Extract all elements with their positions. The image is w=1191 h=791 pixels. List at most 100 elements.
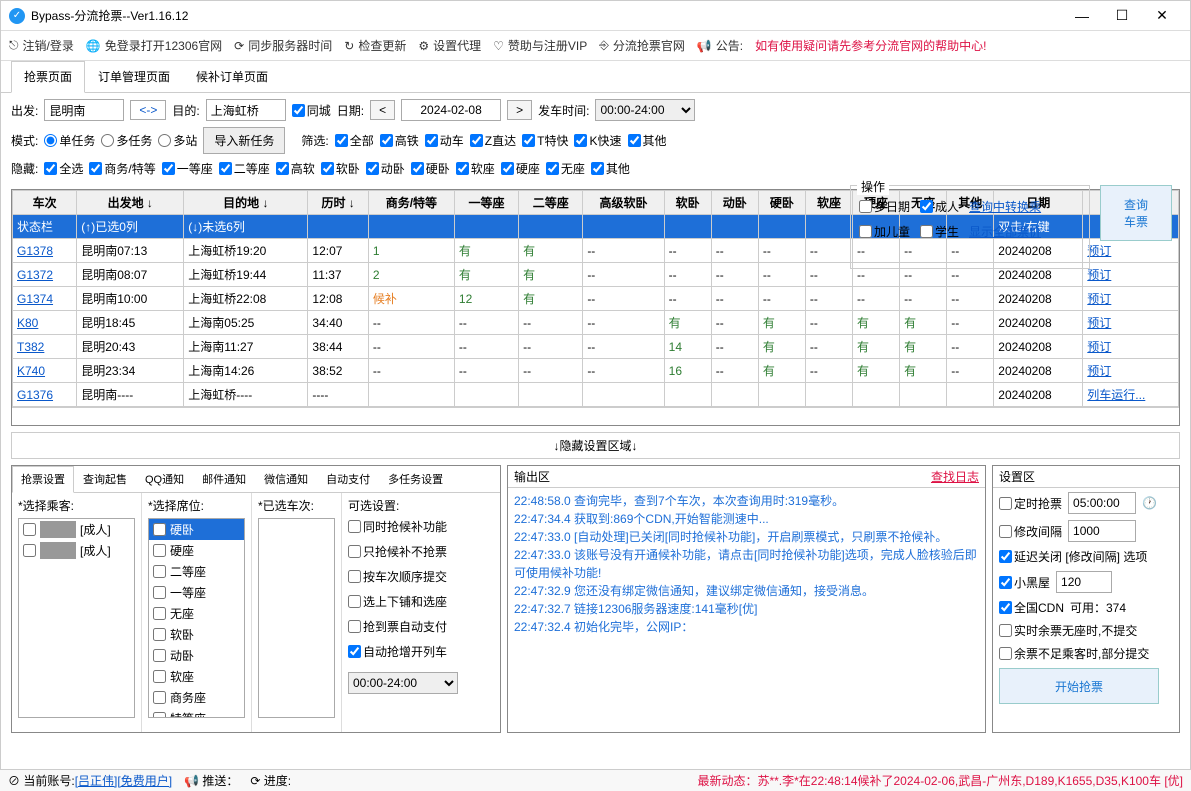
stab-autopay[interactable]: 自动支付 (317, 466, 379, 492)
train-link[interactable]: K80 (17, 316, 38, 330)
seat-item[interactable]: 一等座 (149, 582, 244, 603)
option-check[interactable]: 抢到票自动支付 (348, 618, 494, 635)
train-link[interactable]: T382 (17, 340, 44, 354)
set-timed[interactable]: 定时抢票 (999, 495, 1062, 512)
col-header[interactable]: 一等座 (454, 191, 518, 215)
train-link[interactable]: K740 (17, 364, 45, 378)
seats-list[interactable]: 硬卧 硬座 二等座 一等座 无座 软卧 动卧 软座 商务座 特等座 (148, 518, 245, 718)
filter-t[interactable]: T特快 (522, 132, 568, 149)
op-child[interactable]: 加儿童 (859, 223, 910, 240)
mode-multistation[interactable]: 多站 (158, 132, 197, 149)
tb-proxy[interactable]: ⚙ 设置代理 (418, 37, 481, 54)
op-transfer-link[interactable]: 查询中转换乘 (969, 198, 1041, 215)
seat-item[interactable]: 二等座 (149, 561, 244, 582)
hide-rw[interactable]: 软卧 (321, 160, 360, 177)
collapse-settings[interactable]: ↓隐藏设置区域↓ (11, 432, 1180, 459)
hide-dw[interactable]: 动卧 (366, 160, 405, 177)
tb-login[interactable]: ⎋ 注销/登录 (9, 37, 74, 54)
col-header[interactable]: 硬卧 (758, 191, 805, 215)
date-input[interactable] (401, 99, 501, 121)
op-student[interactable]: 学生 (920, 223, 959, 240)
tb-open-12306[interactable]: 🌐 免登录打开12306官网 (86, 37, 222, 54)
set-delay[interactable]: 延迟关闭 [修改间隔] 选项 (999, 548, 1147, 565)
hide-wz[interactable]: 无座 (546, 160, 585, 177)
dest-input[interactable] (206, 99, 286, 121)
stab-multitask[interactable]: 多任务设置 (379, 466, 452, 492)
tab-waitlist[interactable]: 候补订单页面 (183, 61, 281, 92)
set-cdn[interactable]: 全国CDN (999, 599, 1064, 616)
train-link[interactable]: G1374 (17, 292, 53, 306)
hide-biz[interactable]: 商务/特等 (89, 160, 155, 177)
tab-grab[interactable]: 抢票页面 (11, 61, 85, 93)
book-link[interactable]: 列车运行... (1087, 388, 1145, 402)
option-check[interactable]: 自动抢增开列车 (348, 643, 494, 660)
tab-orders[interactable]: 订单管理页面 (85, 61, 183, 92)
maximize-button[interactable]: ☐ (1102, 7, 1142, 24)
stab-qq[interactable]: QQ通知 (136, 466, 193, 492)
book-link[interactable]: 预订 (1087, 364, 1111, 378)
option-check[interactable]: 按车次顺序提交 (348, 568, 494, 585)
hide-rz[interactable]: 软座 (456, 160, 495, 177)
stab-mail[interactable]: 邮件通知 (193, 466, 255, 492)
date-prev[interactable]: < (370, 100, 395, 120)
date-next[interactable]: > (507, 100, 532, 120)
set-blackroom-val[interactable] (1056, 571, 1112, 593)
col-header[interactable]: 软卧 (664, 191, 711, 215)
table-row[interactable]: K80昆明18:45上海南05:2534:40--------有--有--有有-… (13, 311, 1179, 335)
set-realtime[interactable]: 实时余票无座时,不提交 (999, 622, 1137, 639)
filter-d[interactable]: 动车 (425, 132, 464, 149)
col-header[interactable]: 软座 (805, 191, 852, 215)
set-interval-val[interactable] (1068, 520, 1136, 542)
option-check[interactable]: 同时抢候补功能 (348, 518, 494, 535)
option-check[interactable]: 选上下铺和选座 (348, 593, 494, 610)
table-row[interactable]: G1376昆明南----上海虹桥--------20240208列车运行... (13, 383, 1179, 407)
hide-other[interactable]: 其他 (591, 160, 630, 177)
trains-list[interactable] (258, 518, 335, 718)
filter-g[interactable]: 高铁 (380, 132, 419, 149)
book-link[interactable]: 预订 (1087, 244, 1111, 258)
query-button[interactable]: 查询 车票 (1100, 185, 1172, 241)
import-task-button[interactable]: 导入新任务 (203, 127, 285, 154)
seat-item[interactable]: 软卧 (149, 624, 244, 645)
hide-gjrw[interactable]: 高软 (276, 160, 315, 177)
mode-multi[interactable]: 多任务 (101, 132, 152, 149)
swap-button[interactable]: <-> (130, 100, 166, 120)
train-link[interactable]: G1378 (17, 244, 53, 258)
seat-item[interactable]: 软座 (149, 666, 244, 687)
seat-item[interactable]: 商务座 (149, 687, 244, 708)
option-check[interactable]: 只抢候补不抢票 (348, 543, 494, 560)
seat-item[interactable]: 硬卧 (149, 519, 244, 540)
op-adult[interactable]: 成人 (920, 198, 959, 215)
op-multidate[interactable]: 多日期 (859, 198, 910, 215)
op-showall-link[interactable]: 显示全部票价 (969, 223, 1041, 240)
col-header[interactable]: 高级软卧 (583, 191, 664, 215)
seat-item[interactable]: 硬座 (149, 540, 244, 561)
set-blackroom[interactable]: 小黑屋 (999, 574, 1050, 591)
col-header[interactable]: 动卧 (711, 191, 758, 215)
time-select[interactable]: 00:00-24:00 (595, 99, 695, 121)
stab-presale[interactable]: 查询起售 (74, 466, 136, 492)
table-row[interactable]: K740昆明23:34上海南14:2638:52--------16--有--有… (13, 359, 1179, 383)
hide-second[interactable]: 二等座 (219, 160, 270, 177)
set-timed-val[interactable] (1068, 492, 1136, 514)
col-header[interactable]: 出发地 ↓ (77, 191, 184, 215)
hide-first[interactable]: 一等座 (162, 160, 213, 177)
hide-yz[interactable]: 硬座 (501, 160, 540, 177)
same-city-check[interactable]: 同城 (292, 102, 331, 119)
mode-single[interactable]: 单任务 (44, 132, 95, 149)
set-interval[interactable]: 修改间隔 (999, 523, 1062, 540)
stab-grab[interactable]: 抢票设置 (12, 466, 74, 493)
tb-check-update[interactable]: ↻ 检查更新 (344, 37, 406, 54)
col-header[interactable]: 车次 (13, 191, 77, 215)
book-link[interactable]: 预订 (1087, 292, 1111, 306)
close-button[interactable]: ✕ (1142, 7, 1182, 24)
filter-k[interactable]: K快速 (574, 132, 621, 149)
seat-item[interactable]: 特等座 (149, 708, 244, 718)
passengers-list[interactable]: [成人] [成人] (18, 518, 135, 718)
depart-input[interactable] (44, 99, 124, 121)
book-link[interactable]: 预订 (1087, 316, 1111, 330)
book-link[interactable]: 预订 (1087, 268, 1111, 282)
col-header[interactable]: 二等座 (519, 191, 583, 215)
seat-item[interactable]: 动卧 (149, 645, 244, 666)
stab-wechat[interactable]: 微信通知 (255, 466, 317, 492)
